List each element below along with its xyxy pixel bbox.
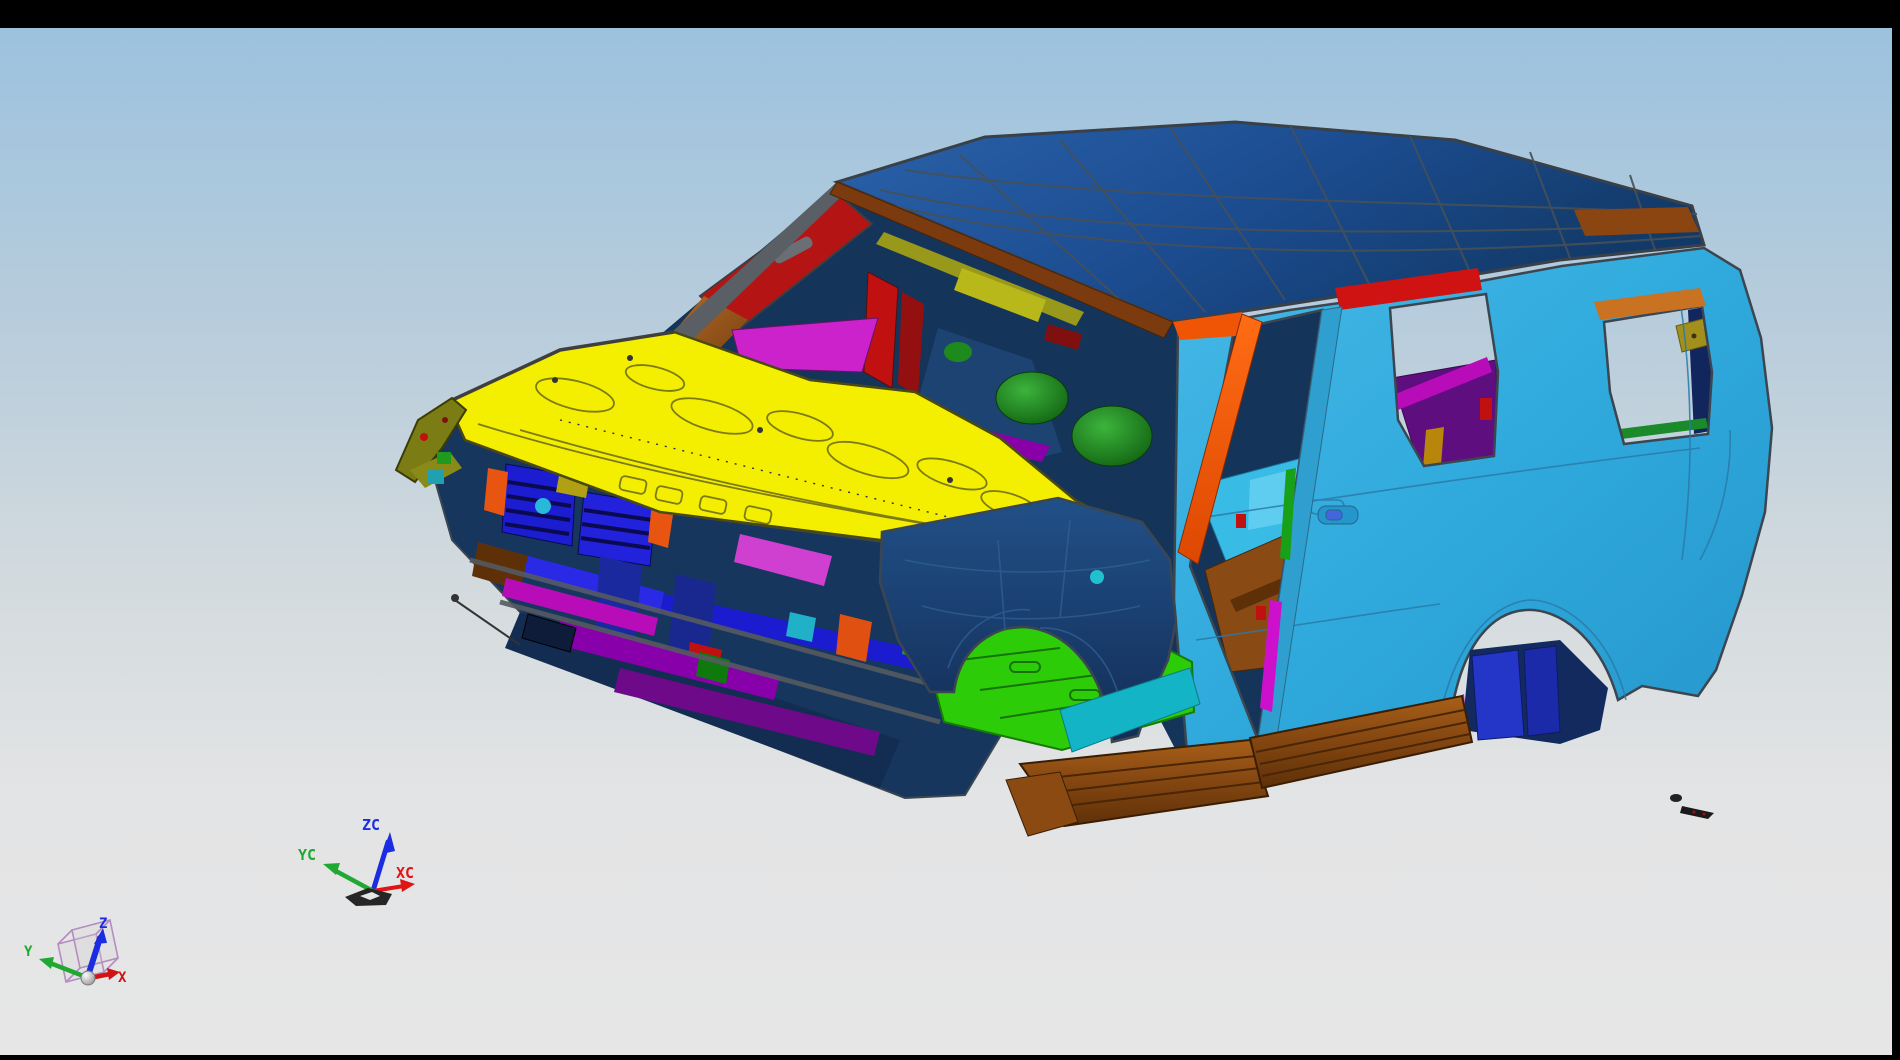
top-black-bar	[0, 0, 1900, 28]
wheelhouse	[1472, 650, 1524, 740]
orientation-ball	[81, 971, 95, 985]
seat-back	[1072, 406, 1152, 466]
wcs-triad[interactable]: ZC YC XC	[298, 816, 415, 906]
wcs-y-label: YC	[298, 846, 316, 864]
d-pillar-inner-parts[interactable]	[1612, 306, 1716, 440]
cad-application-window: ZC YC XC Z Y X	[0, 0, 1900, 1060]
view-z-label: Z	[99, 916, 107, 932]
door-handle-recess[interactable]	[1318, 506, 1358, 524]
model-canvas[interactable]: ZC YC XC Z Y X	[0, 0, 1900, 1060]
rear-wheelhouse[interactable]	[1450, 640, 1608, 744]
view-orientation-triad[interactable]: Z Y X	[24, 916, 127, 986]
seat-back	[996, 372, 1068, 424]
detached-parts[interactable]	[1670, 794, 1714, 819]
wcs-x-label: XC	[396, 864, 414, 882]
right-black-bar	[1892, 0, 1900, 1060]
view-x-label: X	[118, 970, 127, 986]
roof-rail-rear-brown[interactable]	[1574, 207, 1699, 236]
wcs-z-label: ZC	[362, 816, 380, 834]
view-y-label: Y	[24, 944, 33, 960]
bottom-black-bar	[0, 1055, 1900, 1060]
